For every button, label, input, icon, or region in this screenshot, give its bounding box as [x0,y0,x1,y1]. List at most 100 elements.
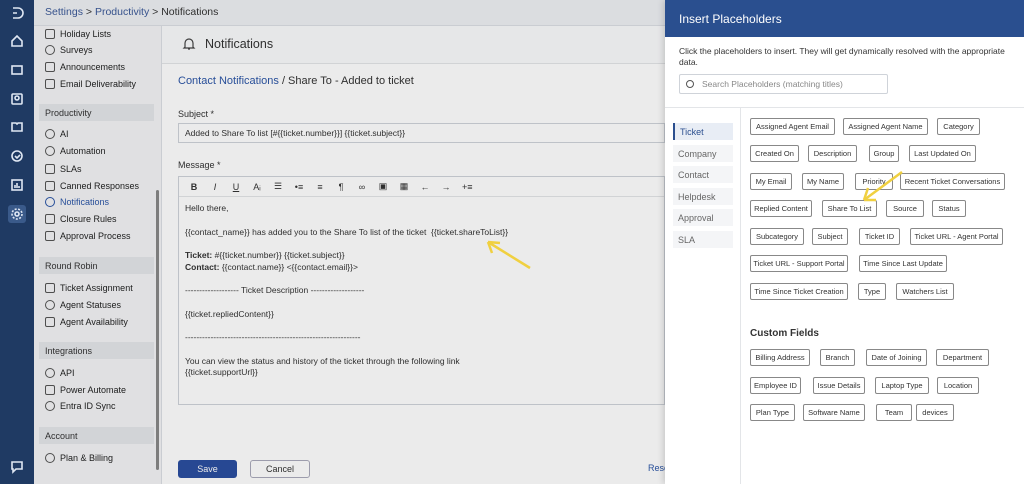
sidebar-item-ticket-assignment[interactable]: Ticket Assignment [45,281,133,295]
breadcrumb-settings[interactable]: Settings [45,6,83,18]
custom-field-chip-issue-details[interactable]: Issue Details [813,377,865,394]
ticket-icon[interactable] [8,61,26,79]
placeholder-chip-watchers-list[interactable]: Watchers List [896,283,954,300]
sidebar-item-power-automate[interactable]: Power Automate [45,383,126,397]
settings-gear-icon[interactable] [8,205,26,223]
placeholder-chip-source[interactable]: Source [886,200,924,217]
placeholder-chip-created-on[interactable]: Created On [750,145,799,162]
breadcrumb-separator: > [85,6,93,18]
placeholder-chip-group[interactable]: Group [869,145,899,162]
custom-field-chip-software-name[interactable]: Software Name [803,404,865,421]
placeholder-chip-recent-ticket-conversations[interactable]: Recent Ticket Conversations [900,173,1005,190]
placeholder-chip-my-email[interactable]: My Email [750,173,792,190]
sidebar-item-slas[interactable]: SLAs [45,162,82,176]
placeholder-chip-time-since-ticket-creation[interactable]: Time Since Ticket Creation [750,283,848,300]
custom-field-chip-devices[interactable]: devices [916,404,954,421]
custom-field-chip-team[interactable]: Team [876,404,912,421]
cancel-button[interactable]: Cancel [250,460,310,478]
book-icon[interactable] [8,118,26,136]
breadcrumb-productivity[interactable]: Productivity [95,6,149,18]
placeholder-chip-assigned-agent-email[interactable]: Assigned Agent Email [750,118,835,135]
bell-icon [182,38,196,50]
paragraph-button[interactable]: ¶ [336,182,346,192]
undo-button[interactable]: ← [420,182,430,192]
custom-field-chip-laptop-type[interactable]: Laptop Type [875,377,929,394]
check-icon[interactable] [8,147,26,165]
custom-field-chip-date-of-joining[interactable]: Date of Joining [866,349,927,366]
bullet-list-button[interactable]: •≡ [294,182,304,192]
logo-icon[interactable] [8,4,26,22]
sidebar-scrollbar[interactable] [156,190,159,470]
table-button[interactable]: ▦ [399,181,409,192]
underline-button[interactable]: U [231,182,241,192]
tab-approval[interactable]: Approval [673,209,733,226]
contact-icon[interactable] [8,90,26,108]
sidebar-item-holiday-lists[interactable]: Holiday Lists [45,27,111,41]
placeholder-chip-assigned-agent-name[interactable]: Assigned Agent Name [843,118,928,135]
align-button[interactable]: ≡ [315,182,325,192]
custom-field-chip-billing-address[interactable]: Billing Address [750,349,810,366]
sidebar-item-notifications[interactable]: Notifications [45,195,109,209]
placeholder-chip-description[interactable]: Description [808,145,857,162]
placeholder-chip-my-name[interactable]: My Name [802,173,844,190]
sidebar-item-agent-availability[interactable]: Agent Availability [45,315,128,329]
custom-field-chip-employee-id[interactable]: Employee ID [750,377,801,394]
sidebar-item-approval-process[interactable]: Approval Process [45,229,131,243]
placeholder-chip-ticket-url-support-portal[interactable]: Ticket URL - Support Portal [750,255,848,272]
placeholder-search-input[interactable]: Search Placeholders (matching titles) [679,74,888,94]
reports-icon[interactable] [8,176,26,194]
save-button[interactable]: Save [178,460,237,478]
tab-sla[interactable]: SLA [673,231,733,248]
sidebar-item-ai[interactable]: AI [45,127,69,141]
ordered-list-button[interactable]: ☰ [273,181,283,192]
message-editor[interactable]: B I U Aᵢ ☰ •≡ ≡ ¶ ∞ ▣ ▦ ← → +≡ Hello the… [178,176,665,405]
placeholder-chip-time-since-last-update[interactable]: Time Since Last Update [859,255,947,272]
tab-contact[interactable]: Contact [673,166,733,183]
sidebar-item-announcements[interactable]: Announcements [45,60,125,74]
sidebar-item-canned-responses[interactable]: Canned Responses [45,179,139,193]
reset-link[interactable]: Reset [648,463,665,473]
sidebar-item-entra-id-sync[interactable]: Entra ID Sync [45,399,116,413]
placeholder-chip-type[interactable]: Type [858,283,886,300]
custom-field-chip-branch[interactable]: Branch [820,349,855,366]
custom-field-chip-location[interactable]: Location [937,377,979,394]
placeholder-chip-status[interactable]: Status [932,200,966,217]
editor-body[interactable]: Hello there, {{contact_name}} has added … [179,197,664,385]
placeholder-chip-subject[interactable]: Subject [812,228,848,245]
contact-notifications-link[interactable]: Contact Notifications [178,75,279,87]
contact-value: {{contact.name}} <{{contact.email}}> [219,261,358,272]
megaphone-icon [45,62,55,72]
home-icon[interactable] [8,32,26,50]
placeholder-chip-share-to-list[interactable]: Share To List [822,200,877,217]
tab-company[interactable]: Company [673,145,733,162]
font-size-button[interactable]: Aᵢ [252,182,262,192]
contact-label: Contact: [185,261,220,272]
sidebar-item-plan-billing[interactable]: Plan & Billing [45,451,113,465]
custom-field-chip-department[interactable]: Department [936,349,989,366]
italic-button[interactable]: I [210,182,220,192]
subject-input[interactable]: Added to Share To list [#{{ticket.number… [178,123,665,143]
redo-button[interactable]: → [441,182,451,192]
placeholder-chip-ticket-id[interactable]: Ticket ID [859,228,900,245]
sidebar-item-email-deliverability[interactable]: Email Deliverability [45,77,136,91]
tab-helpdesk[interactable]: Helpdesk [673,188,733,205]
sidebar-item-closure-rules[interactable]: Closure Rules [45,212,117,226]
chat-icon[interactable] [8,458,26,476]
bold-button[interactable]: B [189,182,199,192]
insert-placeholder-button[interactable]: +≡ [462,182,473,192]
placeholder-chip-last-updated-on[interactable]: Last Updated On [909,145,976,162]
sidebar-item-surveys[interactable]: Surveys [45,43,93,57]
link-button[interactable]: ∞ [357,182,367,192]
image-button[interactable]: ▣ [378,181,388,192]
custom-fields-title: Custom Fields [750,328,819,339]
sidebar-item-agent-statuses[interactable]: Agent Statuses [45,298,121,312]
placeholder-chip-replied-content[interactable]: Replied Content [750,200,812,217]
placeholder-chip-subcategory[interactable]: Subcategory [750,228,804,245]
placeholder-chip-category[interactable]: Category [937,118,980,135]
placeholder-chip-priority[interactable]: Priority [855,173,893,190]
custom-field-chip-plan-type[interactable]: Plan Type [750,404,795,421]
placeholder-chip-ticket-url-agent-portal[interactable]: Ticket URL - Agent Portal [910,228,1003,245]
tab-ticket[interactable]: Ticket [673,123,733,140]
sidebar-item-api[interactable]: API [45,366,75,380]
sidebar-item-automation[interactable]: Automation [45,144,106,158]
